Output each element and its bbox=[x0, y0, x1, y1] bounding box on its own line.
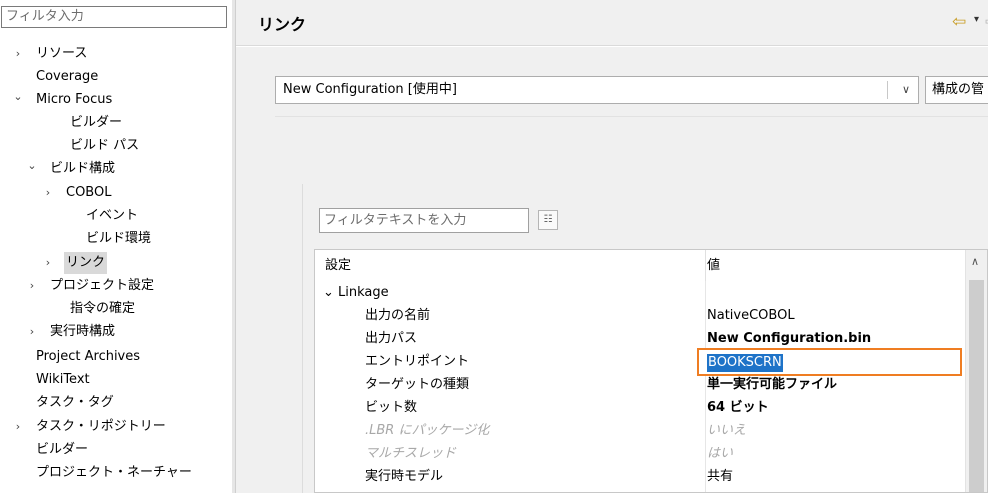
tree-item[interactable]: 指令の確定 bbox=[0, 298, 232, 320]
entry-point-value[interactable]: BOOKSCRN bbox=[707, 354, 783, 372]
tree-item-label[interactable]: イベント bbox=[86, 205, 138, 227]
tree-item[interactable]: › COBOL bbox=[0, 182, 232, 204]
setting-name: .LBR にパッケージ化 bbox=[365, 423, 490, 438]
setting-name: マルチスレッド bbox=[365, 446, 457, 461]
column-divider[interactable] bbox=[705, 250, 706, 281]
tree-item-label[interactable]: プロジェクト・ネーチャー bbox=[36, 462, 192, 484]
tree-item[interactable]: ビルダー bbox=[0, 112, 232, 134]
tree-item-label[interactable]: ビルド パス bbox=[70, 135, 139, 157]
tree-item[interactable]: Project Archives bbox=[0, 346, 232, 368]
tree-item-label[interactable]: ビルダー bbox=[70, 112, 122, 134]
divider bbox=[887, 81, 888, 99]
tree-item[interactable]: › リンク bbox=[0, 252, 232, 274]
tree-item[interactable]: ⌄ ビルド構成 bbox=[0, 158, 232, 180]
tree-item-label[interactable]: リソース bbox=[36, 43, 87, 65]
chevron-right-icon[interactable]: › bbox=[42, 182, 54, 204]
setting-name: エントリポイント bbox=[365, 354, 470, 369]
filter-input[interactable]: フィルタ入力 bbox=[1, 6, 227, 28]
tree-item[interactable]: › タスク・リポジトリー bbox=[0, 416, 232, 438]
tree-item[interactable]: イベント bbox=[0, 205, 232, 227]
tree-item[interactable]: Coverage bbox=[0, 66, 232, 88]
table-row[interactable]: 出力の名前 NativeCOBOL bbox=[315, 304, 965, 327]
group-label: Linkage bbox=[338, 285, 389, 300]
settings-filter-input[interactable]: フィルタテキストを入力 bbox=[319, 208, 529, 233]
chevron-down-icon[interactable]: ⌄ bbox=[26, 155, 38, 177]
tree-item[interactable]: タスク・タグ bbox=[0, 392, 232, 414]
history-menu-icon[interactable]: ▾ bbox=[974, 14, 979, 25]
table-row[interactable]: ターゲットの種類 単一実行可能ファイル bbox=[315, 373, 965, 396]
entry-point-editor[interactable]: BOOKSCRN bbox=[697, 348, 962, 376]
table-row[interactable]: マルチスレッド はい bbox=[315, 442, 965, 465]
chevron-right-icon[interactable]: › bbox=[26, 321, 38, 343]
chevron-down-icon[interactable]: ⌄ bbox=[12, 86, 24, 108]
tree-item-label[interactable]: ビルド構成 bbox=[50, 158, 115, 180]
chevron-right-icon[interactable]: › bbox=[42, 252, 54, 274]
tree-item[interactable]: › プロジェクト設定 bbox=[0, 275, 232, 297]
setting-value[interactable]: New Configuration.bin bbox=[707, 327, 871, 350]
scrollbar-thumb[interactable] bbox=[969, 280, 984, 492]
configuration-select-value: New Configuration [使用中] bbox=[283, 82, 457, 97]
setting-value[interactable]: 64 ビット bbox=[707, 396, 769, 419]
setting-name: 実行時モデル bbox=[365, 469, 444, 484]
setting-name: ターゲットの種類 bbox=[365, 377, 470, 392]
chevron-right-icon[interactable]: › bbox=[26, 275, 38, 297]
tree-item[interactable]: › リソース bbox=[0, 43, 232, 65]
setting-value[interactable]: いいえ bbox=[707, 419, 746, 442]
divider bbox=[275, 116, 988, 117]
setting-value[interactable]: NativeCOBOL bbox=[707, 304, 795, 327]
chevron-right-icon[interactable]: › bbox=[12, 43, 24, 65]
tree-item[interactable]: ⌄ Micro Focus bbox=[0, 89, 232, 111]
chevron-right-icon[interactable]: › bbox=[12, 416, 24, 438]
setting-name: 出力の名前 bbox=[365, 308, 431, 323]
tree-item[interactable]: プロジェクト・ネーチャー bbox=[0, 462, 232, 484]
tree-item-label[interactable]: Project Archives bbox=[36, 346, 140, 368]
configuration-select[interactable]: New Configuration [使用中] ∨ bbox=[275, 76, 919, 104]
vertical-scrollbar[interactable]: ∧ bbox=[965, 250, 987, 492]
setting-value[interactable]: 共有 bbox=[707, 465, 733, 488]
page-content: New Configuration [使用中] ∨ 構成の管 フィルタテキストを… bbox=[236, 47, 988, 493]
tree-item[interactable]: WikiText bbox=[0, 369, 232, 391]
table-row[interactable]: .LBR にパッケージ化 いいえ bbox=[315, 419, 965, 442]
tree-item-label[interactable]: Micro Focus bbox=[36, 89, 112, 111]
tree-item[interactable]: ビルド パス bbox=[0, 135, 232, 157]
tree-item-label[interactable]: ビルダー bbox=[36, 439, 88, 461]
table-row[interactable]: 出力パス New Configuration.bin bbox=[315, 327, 965, 350]
column-header-setting[interactable]: 設定 bbox=[325, 250, 351, 281]
tree-item-label[interactable]: タスク・タグ bbox=[36, 392, 114, 414]
table-row[interactable]: ビット数 64 ビット bbox=[315, 396, 965, 419]
column-header-value[interactable]: 値 bbox=[707, 250, 720, 281]
tree-item-label[interactable]: プロジェクト設定 bbox=[50, 275, 154, 297]
tree-item-label[interactable]: 実行時構成 bbox=[50, 321, 115, 343]
setting-name: ビット数 bbox=[365, 400, 418, 415]
tree-item-label[interactable]: リンク bbox=[64, 252, 108, 274]
table-row[interactable]: 実行時モデル 共有 bbox=[315, 465, 965, 488]
page-title: リンク bbox=[258, 15, 307, 34]
tree-item[interactable]: ビルダー bbox=[0, 439, 232, 461]
chevron-down-icon[interactable]: ⌄ bbox=[323, 285, 338, 300]
setting-value[interactable]: はい bbox=[707, 442, 733, 465]
setting-value[interactable]: 単一実行可能ファイル bbox=[707, 373, 837, 396]
chevron-down-icon[interactable]: ∨ bbox=[902, 77, 910, 103]
setting-name: 出力パス bbox=[365, 331, 418, 346]
preferences-tree-panel: フィルタ入力 › リソース Coverage ⌄ Micro Focus ビルダー ビルド … bbox=[0, 0, 232, 493]
back-arrow-icon[interactable]: ⇦ bbox=[952, 12, 966, 32]
list-view-icon[interactable]: ☷ bbox=[538, 210, 558, 230]
manage-configurations-button[interactable]: 構成の管 bbox=[925, 76, 988, 104]
table-row[interactable]: ⌄ Linkage bbox=[315, 281, 965, 304]
tree-item-label[interactable]: ビルド環境 bbox=[86, 228, 151, 250]
tree-item-label[interactable]: Coverage bbox=[36, 66, 98, 88]
page-header: リンク ⇦ ▾ ⇨ bbox=[236, 0, 988, 46]
tree-item-label[interactable]: WikiText bbox=[36, 369, 90, 391]
scroll-up-icon[interactable]: ∧ bbox=[971, 255, 979, 268]
tree-item[interactable]: ビルド環境 bbox=[0, 228, 232, 250]
tree-item[interactable]: › 実行時構成 bbox=[0, 321, 232, 343]
settings-table: 設定 値 ⌄ Linkage 出力の名前 NativeCOBOL 出力パス New Co… bbox=[314, 249, 988, 493]
tree-item-label[interactable]: タスク・リポジトリー bbox=[36, 416, 166, 438]
group-name: ⌄ Linkage bbox=[323, 281, 389, 304]
tree-item-label[interactable]: COBOL bbox=[66, 182, 111, 204]
tree-item-label[interactable]: 指令の確定 bbox=[70, 298, 135, 320]
